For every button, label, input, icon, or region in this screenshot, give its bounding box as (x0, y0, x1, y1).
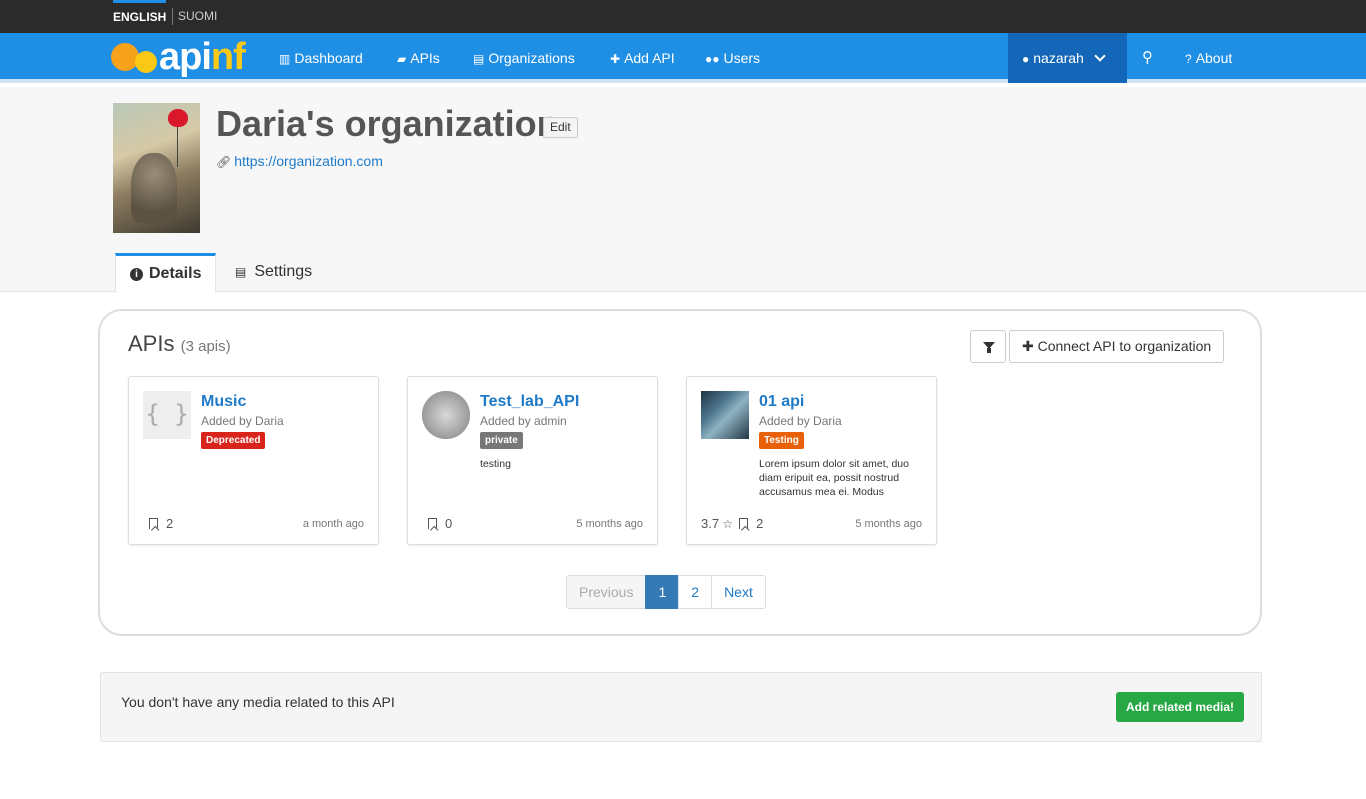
cat-figure (131, 153, 177, 223)
api-card[interactable]: Test_lab_API Added by admin private test… (407, 376, 658, 545)
api-card-stats: 2 (143, 516, 173, 531)
main-navbar: apinf ▥ Dashboard ▰ APIs ▤ Organizations ✚ A… (0, 33, 1366, 83)
api-card-stats: 0 (422, 516, 452, 531)
api-added-by: Added by Daria (759, 414, 842, 428)
connect-api-label: Connect API to organization (1037, 338, 1212, 354)
bookmark-count: 2 (166, 516, 174, 531)
filter-icon-stem (987, 348, 991, 353)
bookmark-icon[interactable] (739, 518, 749, 529)
nav-dashboard[interactable]: ▥ Dashboard (279, 33, 363, 83)
api-name-link[interactable]: 01 api (759, 393, 804, 411)
balloon-string (177, 127, 178, 167)
bar-chart-icon: ▥ (279, 52, 291, 66)
tab-details-label: Details (149, 265, 202, 282)
user-menu-toggle[interactable]: ● nazarah (1022, 33, 1106, 83)
nav-users-label: Users (723, 50, 761, 66)
organization-logo-image (113, 103, 200, 233)
bookmark-count: 2 (756, 516, 764, 531)
organization-url-link[interactable]: 🔗︎ https://organization.com (216, 153, 383, 169)
api-card[interactable]: 01 api Added by Daria Testing Lorem ipsu… (686, 376, 937, 545)
apis-count: (3 apis) (180, 338, 231, 355)
no-media-message: You don't have any media related to this… (121, 694, 395, 710)
api-rating: 3.7 (701, 516, 720, 531)
bookmark-count: 0 (445, 516, 453, 531)
id-card-icon: ▤ (473, 52, 485, 66)
logo-dot-yellow (135, 51, 157, 73)
tab-settings-label: Settings (254, 263, 313, 280)
api-description: testing (480, 458, 511, 470)
nav-about[interactable]: ? About (1185, 33, 1232, 83)
api-updated-time: 5 months ago (855, 518, 922, 530)
file-icon: ▤ (235, 265, 247, 279)
pagination-page-2[interactable]: 2 (678, 575, 713, 609)
link-icon: 🔗︎ (216, 155, 232, 169)
apis-panel-title: APIs (3 apis) (128, 331, 231, 357)
add-related-media-button[interactable]: Add related media! (1116, 692, 1245, 722)
api-name-link[interactable]: Music (201, 393, 246, 411)
heart-balloon (168, 109, 188, 127)
nav-organizations-label: Organizations (488, 50, 575, 66)
organization-title: Daria's organization (216, 103, 559, 144)
api-name-link[interactable]: Test_lab_API (480, 393, 579, 411)
edit-organization-button[interactable]: Edit (543, 117, 578, 138)
connect-api-button[interactable]: ✚ Connect API to organization (1009, 330, 1225, 363)
language-bar: ENGLISH SUOMI (0, 0, 1366, 33)
api-thumbnail (422, 391, 470, 439)
logo-text: apinf (159, 36, 246, 78)
user-icon: ● (1022, 52, 1030, 66)
language-suomi[interactable]: SUOMI (178, 0, 217, 33)
api-thumbnail (701, 391, 749, 439)
nav-add-api[interactable]: ✚ Add API (610, 33, 675, 83)
api-status-badge: private (480, 432, 523, 449)
search-icon: ⚲ (1142, 49, 1153, 66)
pagination-next[interactable]: Next (711, 575, 766, 609)
api-added-by: Added by admin (480, 414, 567, 428)
apis-title: APIs (128, 331, 175, 356)
nav-users[interactable]: ●● Users (705, 33, 760, 83)
users-icon: ●● (705, 52, 720, 66)
pagination-page-1[interactable]: 1 (645, 575, 680, 609)
logo-text-accent: nf (210, 36, 246, 78)
api-updated-time: a month ago (302, 518, 364, 530)
pagination: Previous 1 2 Next (566, 575, 766, 609)
pagination-previous[interactable]: Previous (566, 575, 647, 609)
api-updated-time: 5 months ago (576, 518, 643, 530)
api-card[interactable]: { } Music Added by Daria Deprecated 2 a … (128, 376, 379, 545)
apinf-logo[interactable]: apinf (111, 38, 251, 78)
search-button[interactable]: ⚲ (1142, 33, 1153, 83)
api-placeholder-icon: { } (143, 391, 191, 439)
info-circle-icon: i (130, 268, 143, 281)
nav-dashboard-label: Dashboard (294, 50, 363, 66)
nav-apis-label: APIs (410, 50, 440, 66)
plus-icon: ✚ (610, 52, 621, 66)
chevron-down-icon (1094, 50, 1106, 62)
organization-url: https://organization.com (234, 153, 383, 169)
api-description: Lorem ipsum dolor sit amet, duo diam eri… (759, 458, 909, 498)
bookmark-icon[interactable] (428, 518, 437, 529)
question-circle-icon: ? (1185, 52, 1192, 66)
nav-apis[interactable]: ▰ APIs (397, 33, 440, 83)
tab-settings[interactable]: ▤ Settings (235, 252, 312, 291)
half-star-icon[interactable]: ☆ (719, 517, 733, 531)
user-menu[interactable]: ● nazarah (1008, 33, 1127, 83)
api-status-badge: Deprecated (201, 432, 266, 449)
book-icon: ▰ (397, 52, 407, 66)
nav-add-api-label: Add API (624, 50, 675, 66)
language-separator (172, 8, 173, 25)
api-card-stats: 3.7 ☆ 2 (701, 516, 763, 531)
bookmark-icon[interactable] (149, 518, 158, 529)
organization-header: Daria's organization Edit 🔗︎ https://orga… (0, 87, 1366, 293)
api-status-badge: Testing (759, 432, 804, 449)
api-added-by: Added by Daria (201, 414, 284, 428)
language-english[interactable]: ENGLISH (113, 0, 167, 33)
apis-panel: APIs (3 apis) ✚ Connect API to organizat… (98, 309, 1262, 636)
filter-button[interactable] (970, 330, 1006, 363)
nav-about-label: About (1195, 50, 1233, 66)
user-name: nazarah (1033, 50, 1084, 66)
tab-details[interactable]: i Details (115, 253, 217, 293)
logo-text-main: api (159, 36, 212, 78)
related-media-box: You don't have any media related to this… (100, 672, 1262, 742)
plus-icon: ✚ (1022, 338, 1038, 354)
nav-organizations[interactable]: ▤ Organizations (473, 33, 575, 83)
